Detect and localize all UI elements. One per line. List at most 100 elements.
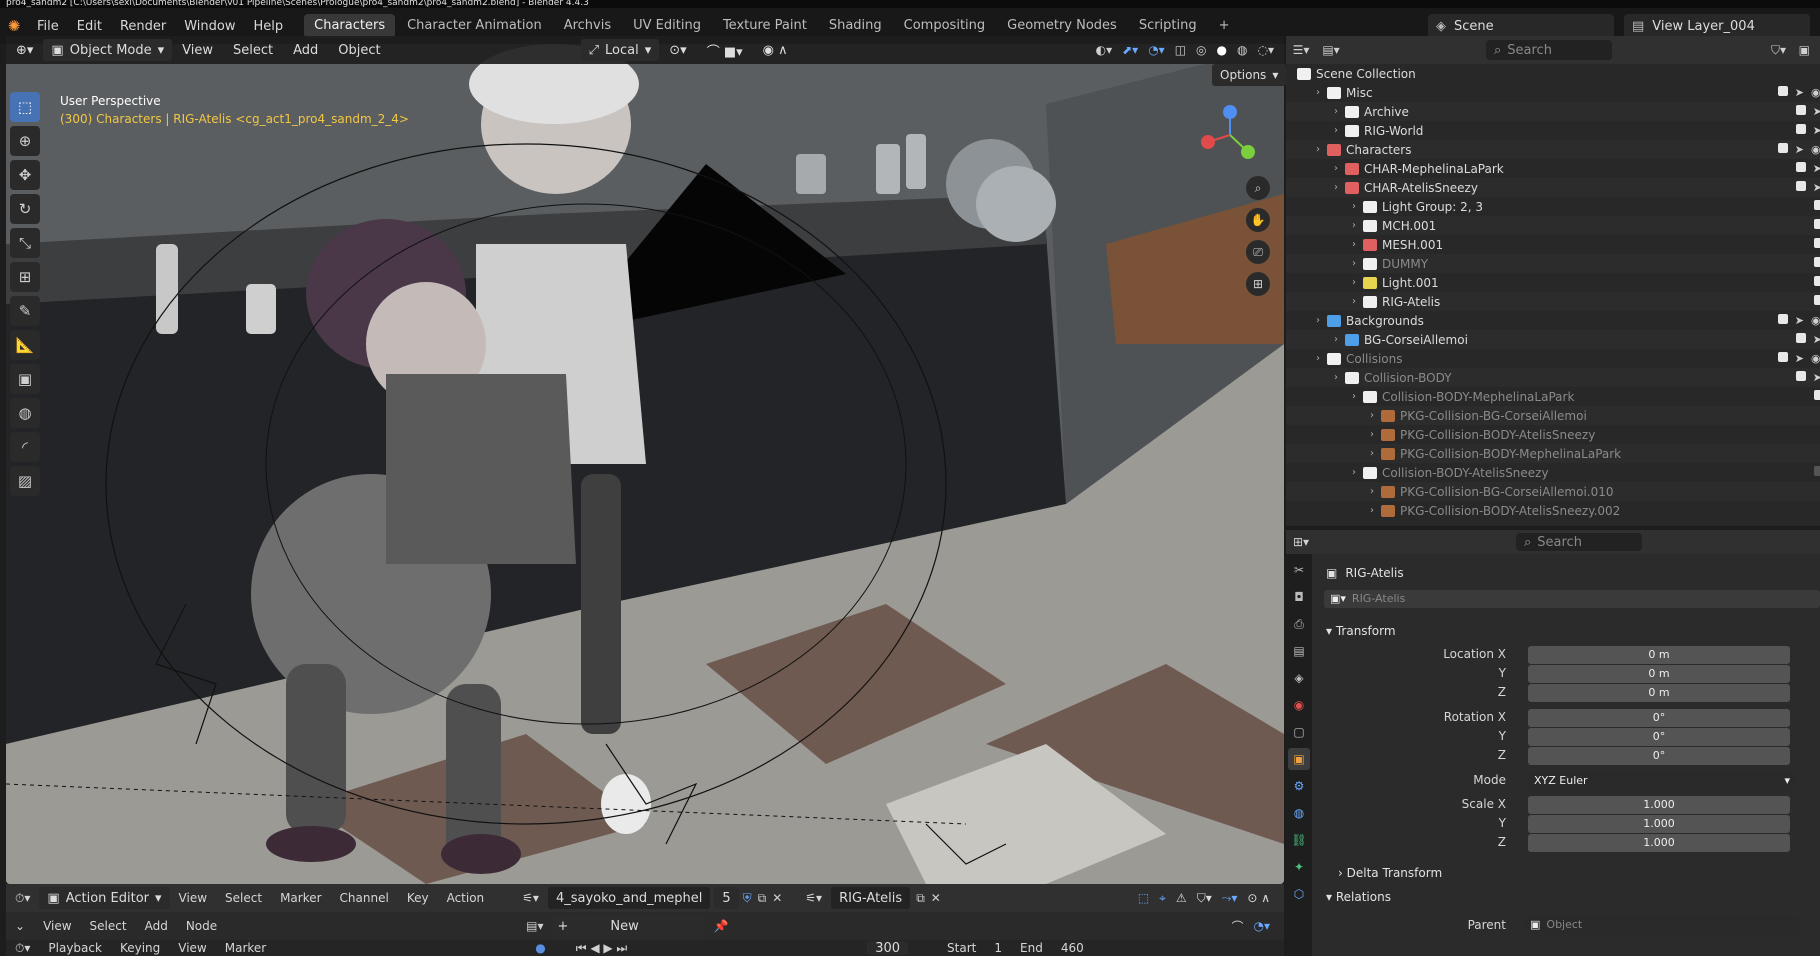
menu-marker[interactable]: Marker xyxy=(216,941,275,955)
editor-mode-dropdown[interactable]: ▣ Action Editor ▾ xyxy=(39,887,170,909)
action-browse-icon[interactable]: ⚟▾ xyxy=(513,891,548,905)
menu-window[interactable]: Window xyxy=(175,19,244,34)
outliner-row[interactable]: ›Misc➤◉▭ xyxy=(1286,83,1820,102)
shading-rendered-icon[interactable]: ◌▾ xyxy=(1258,43,1275,57)
checkbox-icon[interactable] xyxy=(1795,181,1806,191)
image-icon[interactable]: ▨ xyxy=(10,466,40,496)
expand-chevron-icon[interactable]: › xyxy=(1348,391,1360,402)
scale-y-field[interactable]: 1.000 xyxy=(1528,815,1790,833)
current-frame-field[interactable]: 300 xyxy=(867,941,909,956)
grid-icon[interactable]: ⊞ xyxy=(1246,272,1270,296)
only-selected-icon[interactable]: ⬚ xyxy=(1138,891,1149,905)
expand-chevron-icon[interactable]: › xyxy=(1312,144,1324,155)
world-tab-icon[interactable]: ◉ xyxy=(1288,694,1310,716)
checkbox-icon[interactable] xyxy=(1795,162,1806,172)
expand-chevron-icon[interactable]: › xyxy=(1366,448,1378,459)
outliner-row[interactable]: › Light Group: 2, 3 ➤◉▭ xyxy=(1286,197,1820,216)
record-icon[interactable]: ● xyxy=(535,941,545,955)
outliner-row[interactable]: › Collision-BODY ➤◉▭ xyxy=(1286,368,1820,387)
measure-icon[interactable]: 📐 xyxy=(10,330,40,360)
menu-add[interactable]: Add xyxy=(136,919,177,933)
menu-view[interactable]: View xyxy=(34,919,80,933)
rotation-z-field[interactable]: 0° xyxy=(1528,747,1790,765)
expand-chevron-icon[interactable]: › xyxy=(1348,258,1360,269)
show-hidden-icon[interactable]: ⌖ xyxy=(1159,891,1166,906)
checkbox-icon[interactable] xyxy=(1795,124,1806,134)
outliner-row[interactable]: › CHAR-MephelinaLaPark ➤◉▭ xyxy=(1286,159,1820,178)
checkbox-icon[interactable] xyxy=(1795,371,1806,381)
menu-view[interactable]: View xyxy=(169,941,215,955)
checkbox-icon[interactable] xyxy=(1813,276,1820,286)
tab-compositing[interactable]: Compositing xyxy=(894,14,996,38)
checkbox-icon[interactable] xyxy=(1813,238,1820,248)
bone-tab-icon[interactable]: ⬡ xyxy=(1288,883,1310,905)
select-arrow-icon[interactable]: ➤ xyxy=(1813,181,1820,194)
menu-render[interactable]: Render xyxy=(111,19,175,34)
camera-icon[interactable]: ⎚ xyxy=(1246,240,1270,264)
outliner-row[interactable]: › RIG-Atelis ➤◉▭ xyxy=(1286,292,1820,311)
outliner-row[interactable]: ›PKG-Collision-BG-CorseiAllemoi.010➤◉▭ xyxy=(1286,482,1820,501)
delta-transform-panel-header[interactable]: › Delta Transform xyxy=(1338,866,1442,880)
scene-tab-icon[interactable]: ◈ xyxy=(1288,667,1310,689)
view-layer-tab-icon[interactable]: ▤ xyxy=(1288,640,1310,662)
duplicate-slot-icon[interactable]: ⧉ xyxy=(916,891,925,906)
visibility-icon[interactable]: ◐▾ xyxy=(1096,43,1113,57)
menu-view[interactable]: View xyxy=(170,891,216,905)
select-arrow-icon[interactable]: ➤ xyxy=(1795,143,1804,156)
new-node-tree-button[interactable]: + New xyxy=(549,915,706,937)
menu-select[interactable]: Select xyxy=(81,919,136,933)
menu-object[interactable]: Object xyxy=(328,43,390,58)
select-arrow-icon[interactable]: ➤ xyxy=(1813,124,1820,137)
blender-logo-icon[interactable]: ✺ xyxy=(0,17,28,35)
fake-user-shield-icon[interactable]: ⛨ xyxy=(743,891,752,906)
menu-channel[interactable]: Channel xyxy=(331,891,398,905)
orientation-dropdown[interactable]: ⤢ Local ▾ xyxy=(580,39,660,61)
tab-characters[interactable]: Characters xyxy=(304,14,396,38)
expand-chevron-icon[interactable]: › xyxy=(1330,372,1342,383)
checkbox-icon[interactable] xyxy=(1777,143,1788,153)
scale-z-field[interactable]: 1.000 xyxy=(1528,834,1790,852)
menu-select[interactable]: Select xyxy=(223,43,283,58)
eye-icon[interactable]: ◉ xyxy=(1811,86,1820,99)
outliner-row[interactable]: › RIG-World ➤◉▭ xyxy=(1286,121,1820,140)
outliner-row[interactable]: ›Backgrounds➤◉▭ xyxy=(1286,311,1820,330)
select-arrow-icon[interactable]: ➤ xyxy=(1813,333,1820,346)
expand-chevron-icon[interactable]: › xyxy=(1348,296,1360,307)
snap-icon[interactable]: ⌒ xyxy=(1231,918,1243,935)
overlay-icon[interactable]: ◔▾ xyxy=(1254,919,1271,933)
select-arrow-icon[interactable]: ➤ xyxy=(1813,162,1820,175)
data-tab-icon[interactable]: ✦ xyxy=(1288,856,1310,878)
outliner-row[interactable]: › Light.001 ➤◉▭ xyxy=(1286,273,1820,292)
scene-selector[interactable]: ◈ Scene xyxy=(1428,14,1614,38)
outliner-row[interactable]: › Collision-BODY-AtelisSneezy ➤◉▭ xyxy=(1286,463,1820,482)
tab-geometry-nodes[interactable]: Geometry Nodes xyxy=(997,14,1127,38)
expand-chevron-icon[interactable]: › xyxy=(1366,429,1378,440)
expand-chevron-icon[interactable]: › xyxy=(1330,106,1342,117)
output-tab-icon[interactable]: ⎙ xyxy=(1288,613,1310,635)
rotation-mode-dropdown[interactable]: XYZ Euler ▾ xyxy=(1528,772,1796,790)
menu-file[interactable]: File xyxy=(28,19,68,34)
hand-pan-icon[interactable]: ✋ xyxy=(1246,208,1270,232)
tab-character-animation[interactable]: Character Animation xyxy=(397,14,552,38)
editor-type-icon[interactable]: ⏱▾ xyxy=(6,891,39,906)
outliner-search-input[interactable]: ⌕ Search xyxy=(1486,40,1612,60)
pivot-icon[interactable]: ⊙▾ xyxy=(659,43,696,58)
menu-node[interactable]: Node xyxy=(177,919,226,933)
slot-browse-icon[interactable]: ⚟▾ xyxy=(796,891,831,905)
expand-chevron-icon[interactable]: › xyxy=(1330,334,1342,345)
shading-solid-icon[interactable]: ● xyxy=(1217,43,1227,57)
navigation-gizmo[interactable] xyxy=(1190,100,1270,170)
checkbox-icon[interactable] xyxy=(1777,352,1788,362)
collection-tab-icon[interactable]: ▢ xyxy=(1288,721,1310,743)
snap-icon[interactable]: ⌒ ■▾ xyxy=(697,41,753,60)
start-frame-field[interactable]: 1 xyxy=(985,941,1011,955)
expand-chevron-icon[interactable]: › xyxy=(1366,486,1378,497)
object-tab-icon[interactable]: ▣ xyxy=(1288,748,1310,770)
physics-tab-icon[interactable]: ◍ xyxy=(1288,802,1310,824)
annotate-icon[interactable]: ✎ xyxy=(10,296,40,326)
select-arrow-icon[interactable]: ➤ xyxy=(1813,105,1820,118)
move-icon[interactable]: ✥ xyxy=(10,160,40,190)
rotate-icon[interactable]: ↻ xyxy=(10,194,40,224)
editor-type-icon[interactable]: ⊕▾ xyxy=(6,43,43,58)
pin-icon[interactable]: 📌 xyxy=(714,919,729,933)
